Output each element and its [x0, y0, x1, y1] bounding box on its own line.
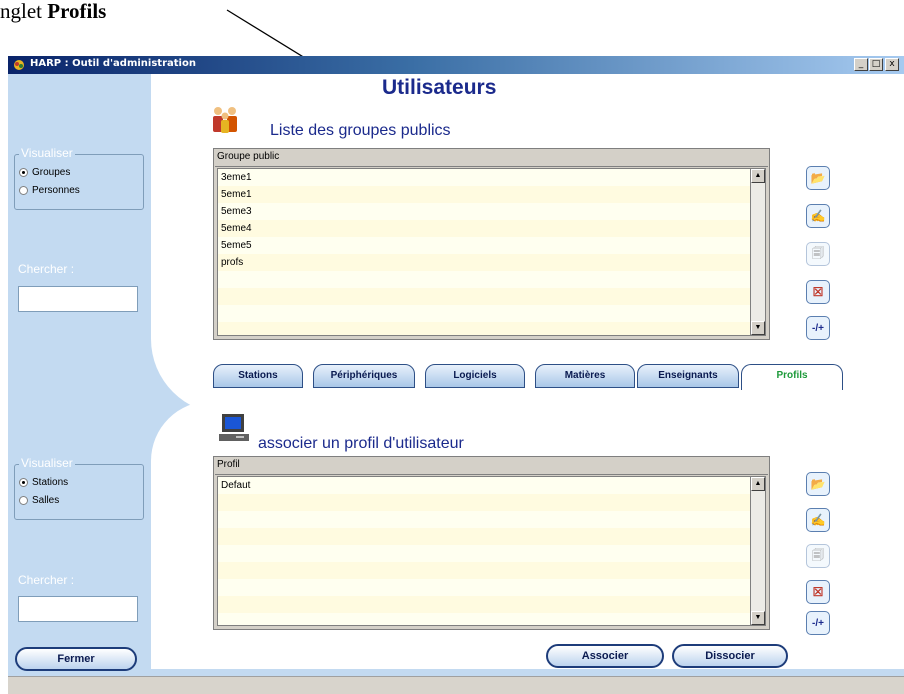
plus-minus-button[interactable]: -/+ — [806, 316, 830, 340]
scroll-down-icon[interactable]: ▼ — [751, 611, 765, 625]
scrollbar[interactable]: ▲ ▼ — [750, 168, 766, 336]
computer-icon — [219, 414, 249, 441]
scroll-down-icon[interactable]: ▼ — [751, 321, 765, 335]
edit-button[interactable]: ✍ — [806, 508, 830, 532]
list-item[interactable] — [218, 511, 750, 528]
radio-dot[interactable] — [19, 168, 28, 177]
radio-dot[interactable] — [19, 496, 28, 505]
associate-button[interactable]: Associer — [546, 644, 664, 668]
list-item[interactable] — [218, 494, 750, 511]
list-item[interactable] — [218, 613, 750, 625]
plus-minus-button[interactable]: -/+ — [806, 611, 830, 635]
delete-button[interactable]: ☒ — [806, 580, 830, 604]
visualiser-legend-top: Visualiser — [19, 146, 75, 160]
groups-list[interactable]: Groupe public 3eme1 5eme1 5eme3 5eme4 5eme5 p… — [213, 148, 770, 340]
tab-stations[interactable]: Stations — [213, 364, 303, 388]
delete-button[interactable]: ☒ — [806, 280, 830, 304]
visualiser-legend-bottom: Visualiser — [19, 456, 75, 470]
radio-label: Groupes — [32, 167, 71, 178]
scrollbar[interactable]: ▲ ▼ — [750, 476, 766, 626]
list-body: Defaut — [217, 476, 750, 626]
title-bar: HARP : Outil d'administration _ □ x — [8, 56, 904, 74]
search-label-bottom: Chercher : — [18, 573, 75, 587]
radio-label: Stations — [32, 477, 69, 488]
list-item[interactable] — [218, 545, 750, 562]
list-item[interactable] — [218, 271, 750, 288]
list-item[interactable] — [218, 528, 750, 545]
radio-personnes[interactable]: Personnes — [19, 185, 80, 196]
tab-peripheriques[interactable]: Périphériques — [313, 364, 415, 388]
radio-groupes[interactable]: Groupes — [19, 167, 70, 178]
radio-label: Salles — [32, 495, 60, 506]
list-item[interactable] — [218, 322, 750, 335]
list-item[interactable] — [218, 288, 750, 305]
search-input-top[interactable] — [18, 286, 138, 312]
list-item[interactable]: 3eme1 — [218, 169, 750, 186]
close-button[interactable]: Fermer — [15, 647, 137, 671]
page-title: Utilisateurs — [382, 76, 497, 99]
app-window: HARP : Outil d'administration _ □ x Util… — [8, 56, 904, 694]
profile-section-title: associer un profil d'utilisateur — [258, 435, 464, 452]
radio-salles[interactable]: Salles — [19, 495, 59, 506]
list-item[interactable]: 5eme5 — [218, 237, 750, 254]
folder-open-button[interactable]: 📂 — [806, 166, 830, 190]
list-item[interactable]: Defaut — [218, 477, 750, 494]
tab-matieres[interactable]: Matières — [535, 364, 635, 388]
window-title: HARP : Outil d'administration — [30, 58, 196, 69]
list-item[interactable]: profs — [218, 254, 750, 271]
radio-dot[interactable] — [19, 186, 28, 195]
tab-logiciels[interactable]: Logiciels — [425, 364, 525, 388]
view-options-top: Visualiser Groupes Personnes — [14, 146, 144, 210]
radio-label: Personnes — [32, 185, 80, 196]
close-window-button[interactable]: x — [885, 58, 899, 71]
profiles-list[interactable]: Profil Defaut ▲ ▼ — [213, 456, 770, 630]
folder-open-button[interactable]: 📂 — [806, 472, 830, 496]
list-item[interactable] — [218, 562, 750, 579]
list-item[interactable] — [218, 305, 750, 322]
app-logo-icon — [14, 60, 24, 70]
list-header[interactable]: Groupe public — [215, 150, 768, 167]
groups-section-title: Liste des groupes publics — [270, 122, 451, 139]
tab-profils[interactable]: Profils — [741, 364, 843, 390]
copy-button[interactable]: 🗐 — [806, 544, 830, 568]
tab-enseignants[interactable]: Enseignants — [637, 364, 739, 388]
list-header[interactable]: Profil — [215, 458, 768, 475]
list-item[interactable]: 5eme1 — [218, 186, 750, 203]
radio-stations[interactable]: Stations — [19, 477, 68, 488]
copy-button[interactable]: 🗐 — [806, 242, 830, 266]
list-item[interactable]: 5eme4 — [218, 220, 750, 237]
maximize-button[interactable]: □ — [869, 58, 883, 71]
list-item[interactable] — [218, 596, 750, 613]
scroll-up-icon[interactable]: ▲ — [751, 169, 765, 183]
list-item[interactable] — [218, 579, 750, 596]
status-bar — [8, 676, 904, 694]
radio-dot[interactable] — [19, 478, 28, 487]
list-item[interactable]: 5eme3 — [218, 203, 750, 220]
search-label-top: Chercher : — [18, 262, 75, 276]
dissociate-button[interactable]: Dissocier — [672, 644, 788, 668]
view-options-bottom: Visualiser Stations Salles — [14, 456, 144, 520]
list-body: 3eme1 5eme1 5eme3 5eme4 5eme5 profs — [217, 168, 750, 336]
people-group-icon — [213, 107, 237, 133]
search-input-bottom[interactable] — [18, 596, 138, 622]
edit-button[interactable]: ✍ — [806, 204, 830, 228]
minimize-button[interactable]: _ — [854, 58, 868, 71]
scroll-up-icon[interactable]: ▲ — [751, 477, 765, 491]
